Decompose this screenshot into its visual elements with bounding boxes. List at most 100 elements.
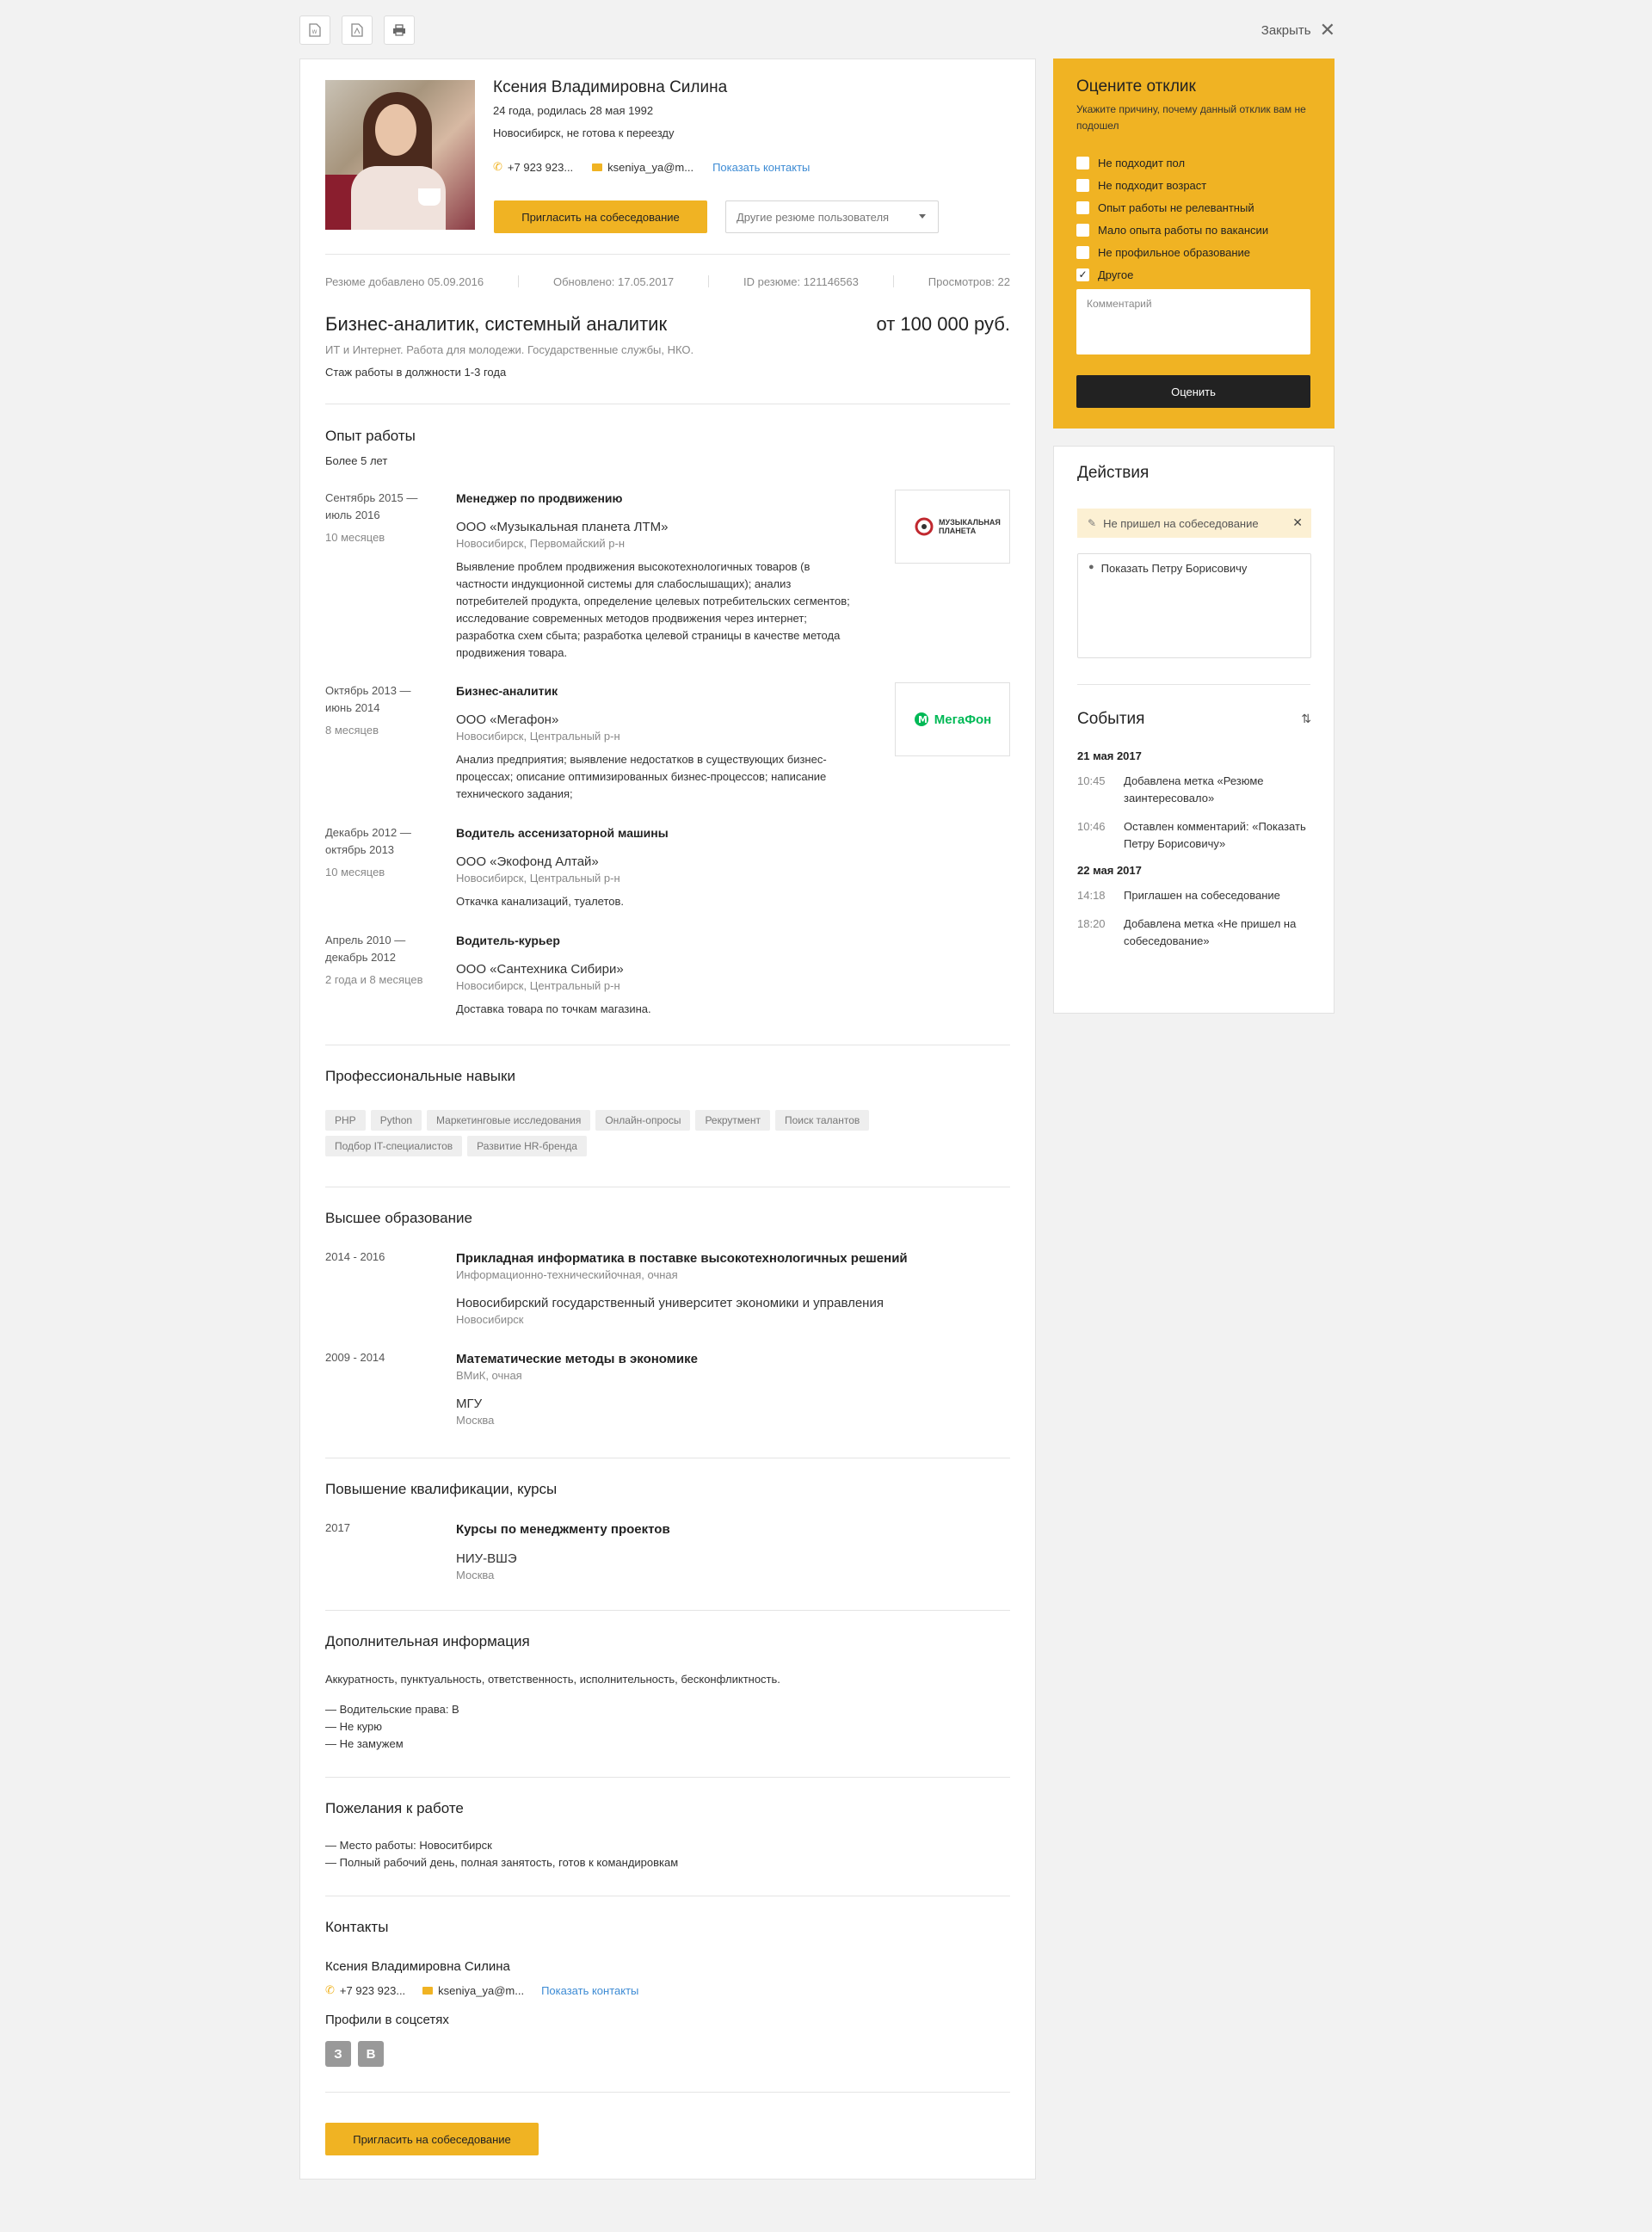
show-contacts-link[interactable]: Показать контакты [712,161,810,174]
event-item: 10:45 Добавлена метка «Резюме заинтересо… [1077,773,1311,807]
social-profile-button[interactable]: В [358,2041,384,2067]
comment-note[interactable]: ● Показать Петру Борисовичу [1077,553,1311,658]
reason-checkbox[interactable]: Опыт работы не релевантный [1076,196,1268,219]
comment-textarea[interactable]: Комментарий [1076,289,1310,355]
event-text: Добавлена метка «Не пришел на собеседова… [1124,917,1297,947]
meta-divider [708,275,710,287]
job-description: Выявление проблем продвижения высокотехн… [456,560,850,659]
reason-checkbox[interactable]: ✓ Другое [1076,263,1268,286]
job-dates: Октябрь 2013 — июнь 2014 8 месяцев [325,682,437,739]
comment-note-text: Показать Петру Борисовичу [1100,562,1248,575]
job-dates: Сентябрь 2015 — июль 2016 10 месяцев [325,490,437,546]
social-title: Профили в соцсетях [325,2013,449,2027]
additional-line: — Не курю [325,1720,383,1733]
job-company: ООО «Музыкальная планета ЛТМ» [456,520,669,534]
skill-tag: Рекрутмент [695,1110,770,1131]
skill-tag: Маркетинговые исследования [427,1110,591,1131]
courses-title: Повышение квалификации, курсы [325,1481,558,1497]
wish-line: — Место работы: Новоситбирск [325,1839,492,1852]
checkbox-checked[interactable]: ✓ [1076,268,1089,281]
skill-tag: Подбор IT-специалистов [325,1136,463,1156]
rate-submit-button[interactable]: Оценить [1076,375,1310,408]
skills-title: Профессиональные навыки [325,1068,515,1084]
job-company: ООО «Экофонд Алтай» [456,854,599,869]
phone-icon: ✆ [493,160,502,173]
education-faculty: ВМиК, очная [456,1369,522,1382]
phone-contact: ✆ +7 923 923... [493,160,573,174]
salary: от 100 000 руб. [876,313,1010,335]
invite-interview-button-bottom[interactable]: Пригласить на собеседование [325,2123,539,2155]
position-spheres: ИТ и Интернет. Работа для молодежи. Госу… [325,343,694,356]
svg-text:M: M [918,714,928,725]
additional-line: — Не замужем [325,1737,404,1750]
job-role: Бизнес-аналитик [456,684,558,698]
job-content: Водитель ассенизаторной машины ООО «Экоф… [456,824,860,910]
company-logo-text: МУЗЫКАЛЬНАЯ ПЛАНЕТА [939,518,1001,535]
experience-total: Более 5 лет [325,454,388,467]
candidate-contacts: ✆ +7 923 923... kseniya_ya@m... Показать… [493,160,810,174]
social-profile-button[interactable]: З [325,2041,351,2067]
education-specialty: Математические методы в экономике [456,1352,698,1366]
skill-tag: PHP [325,1110,366,1131]
sort-icon[interactable]: ⇅ [1301,712,1311,726]
wishes-title: Пожелания к работе [325,1800,464,1816]
job-role: Водитель-курьер [456,934,560,947]
additional-line: — Водительские права: B [325,1703,459,1716]
job-location: Новосибирск, Центральный р-н [456,979,620,992]
reason-label: Мало опыта работы по вакансии [1098,223,1269,237]
education-years: 2009 - 2014 [325,1351,385,1364]
company-logo: M МегаФон [895,682,1010,756]
skill-tag: Python [370,1110,422,1131]
education-faculty: Информационно-техническийочная, очная [456,1268,678,1281]
show-contacts-link[interactable]: Показать контакты [541,1984,638,1997]
job-description: Анализ предприятия; выявление недостатко… [456,753,827,800]
job-duration: 8 месяцев [325,724,379,737]
checkbox[interactable] [1076,245,1089,259]
close-label: Закрыть [1261,22,1311,38]
event-date: 22 мая 2017 [1077,864,1142,877]
close-icon: ✕ [1319,19,1335,40]
invite-interview-button[interactable]: Пригласить на собеседование [494,200,707,233]
job-location: Новосибирск, Первомайский р-н [456,537,626,550]
additional-text: Аккуратность, пунктуальность, ответствен… [325,1673,780,1686]
pdf-icon [351,23,363,37]
print-button[interactable] [384,15,415,45]
job-company: ООО «Мегафон» [456,712,559,727]
pencil-icon: ✎ [1088,517,1097,529]
candidate-age: 24 года, родилась 28 мая 1992 [493,104,654,117]
actions-panel: Действия ✎ Не пришел на собеседование ✕ … [1053,446,1335,1014]
job-content: Водитель-курьер ООО «Сантехника Сибири» … [456,932,860,1018]
checkbox[interactable] [1076,178,1089,192]
checkbox[interactable] [1076,200,1089,214]
divider [325,1610,1010,1611]
course-city: Москва [456,1569,495,1582]
rate-title: Оцените отклик [1076,77,1196,96]
remove-tag-icon[interactable]: ✕ [1292,515,1303,530]
close-button[interactable]: Закрыть ✕ [1261,21,1335,40]
word-export-button[interactable]: W [299,15,330,45]
event-text: Оставлен комментарий: «Показать Петру Бо… [1124,820,1306,850]
pdf-export-button[interactable] [342,15,373,45]
other-resumes-select[interactable]: Другие резюме пользователя [725,200,939,233]
email-contact: kseniya_ya@m... [422,1984,524,1997]
checkbox[interactable] [1076,156,1089,170]
music-planet-logo-icon [915,517,934,536]
checkmark-icon: ✓ [1078,268,1088,281]
education-years: 2014 - 2016 [325,1250,385,1263]
job-dates: Декабрь 2012 — октябрь 2013 10 месяцев [325,824,437,881]
checkbox[interactable] [1076,223,1089,237]
resume-views: Просмотров: 22 [928,275,1010,288]
event-date: 21 мая 2017 [1077,749,1142,762]
resume-id: ID резюме: 121146563 [743,275,859,288]
reason-checkbox[interactable]: Мало опыта работы по вакансии [1076,219,1268,241]
job-content: Бизнес-аналитик ООО «Мегафон» Новосибирс… [456,682,860,803]
status-tag: ✎ Не пришел на собеседование ✕ [1077,509,1311,538]
reason-checkbox[interactable]: Не подходит пол [1076,151,1268,174]
resume-updated: Обновлено: 17.05.2017 [553,275,675,288]
phone-value: +7 923 923... [339,1983,406,1997]
position-title: Бизнес-аналитик, системный аналитик [325,313,668,335]
email-contact: kseniya_ya@m... [592,161,693,174]
reason-checkbox[interactable]: Не профильное образование [1076,241,1268,263]
reason-checkbox[interactable]: Не подходит возраст [1076,174,1268,196]
position-stage: Стаж работы в должности 1-3 года [325,366,507,379]
